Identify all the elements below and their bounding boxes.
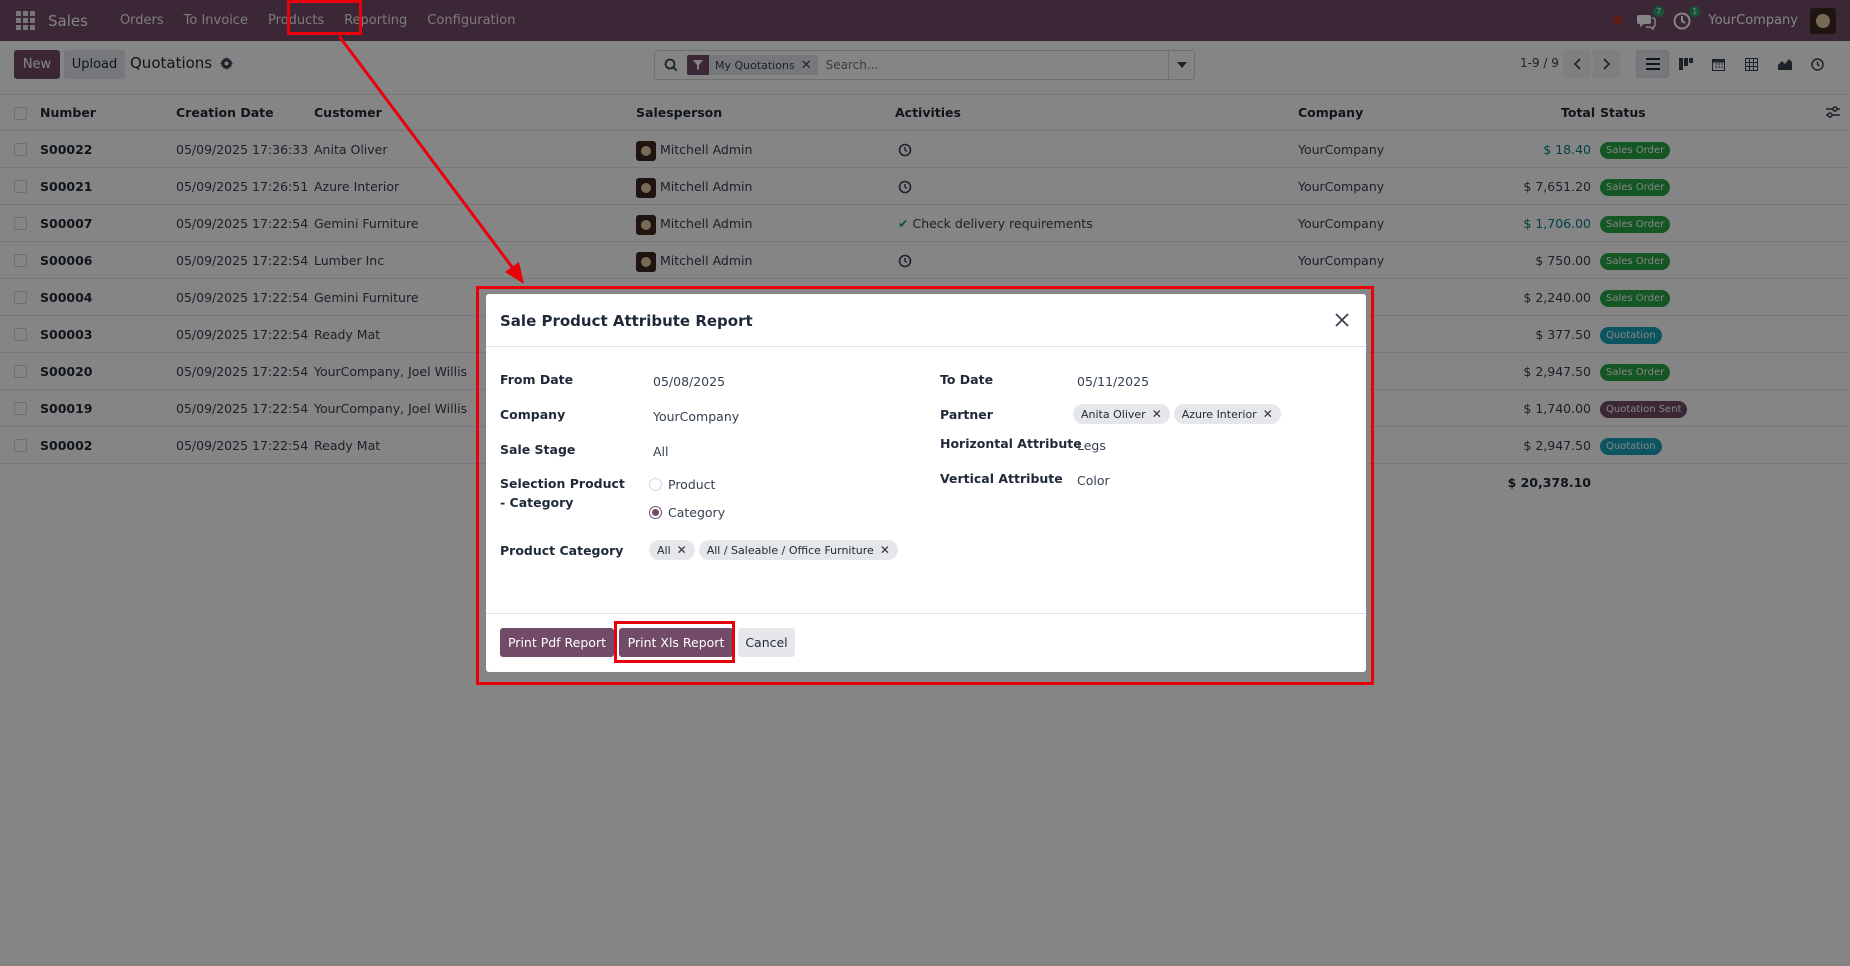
annotation-box-reporting — [287, 0, 362, 35]
annotation-box-dialog — [476, 286, 1374, 685]
annotation-box-xls-button — [614, 621, 735, 663]
